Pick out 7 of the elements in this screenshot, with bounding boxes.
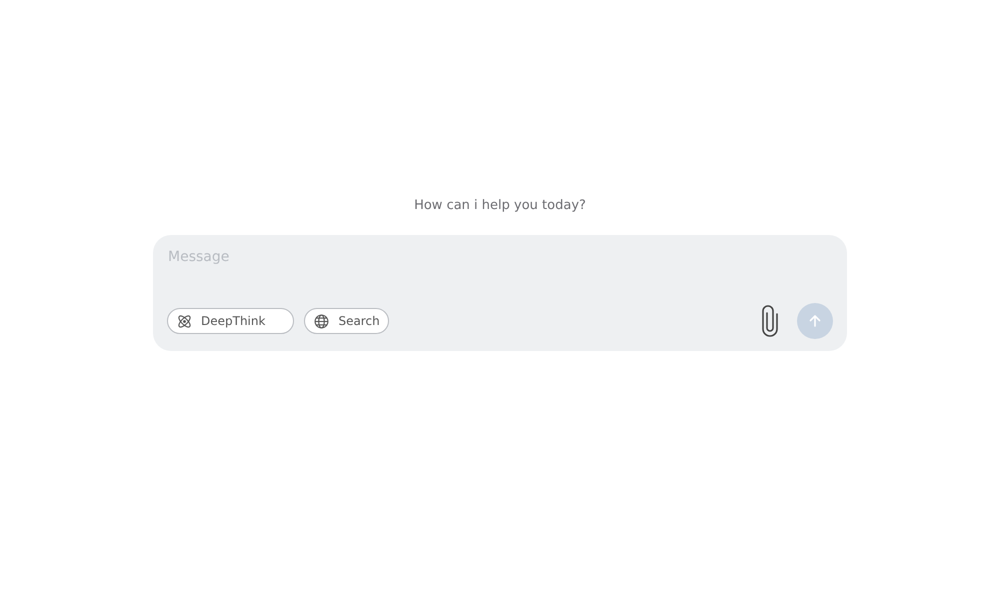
globe-icon [313,312,330,330]
deepthink-toggle[interactable]: DeepThink [167,308,294,334]
paperclip-icon[interactable] [759,305,781,337]
greeting-text: How can i help you today? [414,198,586,213]
arrow-up-icon [807,313,823,329]
atom-icon [176,312,193,330]
search-toggle[interactable]: Search [304,308,389,334]
